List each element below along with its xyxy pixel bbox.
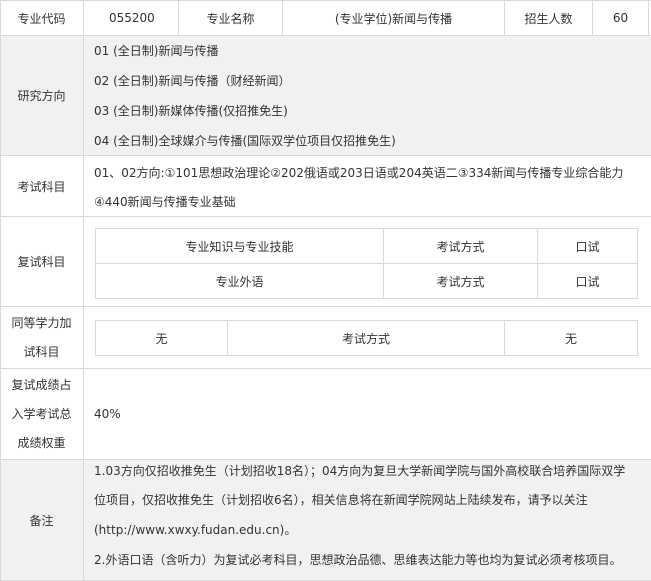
equivalent-row: 同等学力加 试科目 无 考试方式 无 bbox=[0, 307, 651, 369]
enroll-label-cell: 招生人数 bbox=[505, 1, 593, 35]
weight-label-cell: 复试成绩占 入学考试总 成绩权重 bbox=[0, 369, 84, 459]
retest-table: 专业知识与专业技能 考试方式 口试 专业外语 考试方式 口试 bbox=[95, 228, 638, 299]
table-row: 专业知识与专业技能 考试方式 口试 bbox=[95, 228, 638, 264]
code-value-cell: 055200 bbox=[84, 1, 179, 35]
table-cell: 考试方式 bbox=[383, 228, 538, 264]
exam-label: 考试科目 bbox=[17, 179, 66, 194]
research-label: 研究方向 bbox=[17, 89, 66, 103]
enroll-label: 招生人数 bbox=[524, 11, 573, 26]
exam-line-1: 01、02方向:①101思想政治理论②202俄语或203日语或204英语二③33… bbox=[94, 166, 624, 180]
remarks-line-2: 位项目，仅招收推免生（计划招收6名），相关信息将在新闻学院网站上陆续发布，请予以… bbox=[94, 493, 588, 507]
table-cell: 口试 bbox=[537, 263, 638, 299]
list-item: 03 (全日制)新媒体传播(仅招推免生) bbox=[94, 104, 288, 118]
remarks-line-1: 1.03方向仅招收推免生（计划招收18名）；04方向为复旦大学新闻学院与国外高校… bbox=[94, 464, 626, 478]
remarks-row: 备注 1.03方向仅招收推免生（计划招收18名）；04方向为复旦大学新闻学院与国… bbox=[0, 460, 651, 581]
remarks-content: 1.03方向仅招收推免生（计划招收18名）；04方向为复旦大学新闻学院与国外高校… bbox=[84, 460, 651, 580]
research-row: 研究方向 01 (全日制)新闻与传播 02 (全日制)新闻与传播（财经新闻） 0… bbox=[0, 36, 651, 156]
name-label-cell: 专业名称 bbox=[179, 1, 283, 35]
name-value-cell: (专业学位)新闻与传播 bbox=[283, 1, 505, 35]
retest-label: 复试科目 bbox=[17, 255, 66, 269]
table-cell: 无 bbox=[504, 320, 638, 356]
weight-label-line-2: 入学考试总 bbox=[11, 406, 72, 421]
header-row: 专业代码 055200 专业名称 (专业学位)新闻与传播 招生人数 60 bbox=[0, 0, 651, 36]
list-item: 02 (全日制)新闻与传播（财经新闻） bbox=[94, 74, 291, 88]
retest-row: 复试科目 专业知识与专业技能 考试方式 口试 专业外语 考试方式 口试 bbox=[0, 217, 651, 307]
exam-label-cell: 考试科目 bbox=[0, 156, 84, 216]
research-list: 01 (全日制)新闻与传播 02 (全日制)新闻与传播（财经新闻） 03 (全日… bbox=[84, 36, 651, 155]
weight-row: 复试成绩占 入学考试总 成绩权重 40% bbox=[0, 369, 651, 460]
table-cell: 考试方式 bbox=[383, 263, 538, 299]
table-cell: 无 bbox=[95, 320, 228, 356]
remarks-link[interactable]: (http://www.xwxy.fudan.edu.cn)。 bbox=[94, 521, 296, 538]
equivalent-label-line-1: 同等学力加 bbox=[11, 315, 72, 330]
weight-label-line-1: 复试成绩占 bbox=[11, 377, 72, 392]
remarks-label-cell: 备注 bbox=[0, 460, 84, 580]
code-value: 055200 bbox=[109, 11, 155, 25]
name-value: (专业学位)新闻与传播 bbox=[334, 11, 453, 26]
exam-line-2: ④440新闻与传播专业基础 bbox=[94, 195, 236, 209]
code-label: 专业代码 bbox=[17, 11, 66, 26]
equivalent-label-line-2: 试科目 bbox=[23, 344, 60, 359]
list-item: 04 (全日制)全球媒介与传播(国际双学位项目仅招推免生) bbox=[94, 134, 396, 148]
weight-label-line-3: 成绩权重 bbox=[17, 435, 66, 450]
table-left-border bbox=[0, 0, 1, 581]
exam-content: 01、02方向:①101思想政治理论②202俄语或203日语或204英语二③33… bbox=[84, 156, 651, 216]
enroll-value: 60 bbox=[612, 11, 629, 25]
weight-content: 40% bbox=[84, 369, 651, 459]
weight-value: 40% bbox=[94, 407, 121, 421]
equivalent-table: 无 考试方式 无 bbox=[95, 320, 638, 356]
name-label: 专业名称 bbox=[206, 11, 255, 26]
retest-label-cell: 复试科目 bbox=[0, 217, 84, 306]
exam-row: 考试科目 01、02方向:①101思想政治理论②202俄语或203日语或204英… bbox=[0, 156, 651, 217]
table-cell: 口试 bbox=[537, 228, 638, 264]
code-label-cell: 专业代码 bbox=[0, 1, 84, 35]
table-cell: 专业外语 bbox=[95, 263, 384, 299]
research-label-cell: 研究方向 bbox=[0, 36, 84, 155]
equivalent-label-cell: 同等学力加 试科目 bbox=[0, 307, 84, 368]
table-row: 专业外语 考试方式 口试 bbox=[95, 263, 638, 299]
enroll-value-cell: 60 bbox=[593, 1, 649, 35]
table-cell: 考试方式 bbox=[227, 320, 505, 356]
remarks-line-4: 2.外语口语（含听力）为复试必考科目，思想政治品德、思维表达能力等也均为复试必须… bbox=[94, 553, 622, 567]
remarks-label: 备注 bbox=[29, 513, 54, 528]
table-cell: 专业知识与专业技能 bbox=[95, 228, 384, 264]
program-table: 专业代码 055200 专业名称 (专业学位)新闻与传播 招生人数 60 研究方… bbox=[0, 0, 651, 581]
table-row: 无 考试方式 无 bbox=[95, 320, 638, 356]
list-item: 01 (全日制)新闻与传播 bbox=[94, 44, 219, 58]
